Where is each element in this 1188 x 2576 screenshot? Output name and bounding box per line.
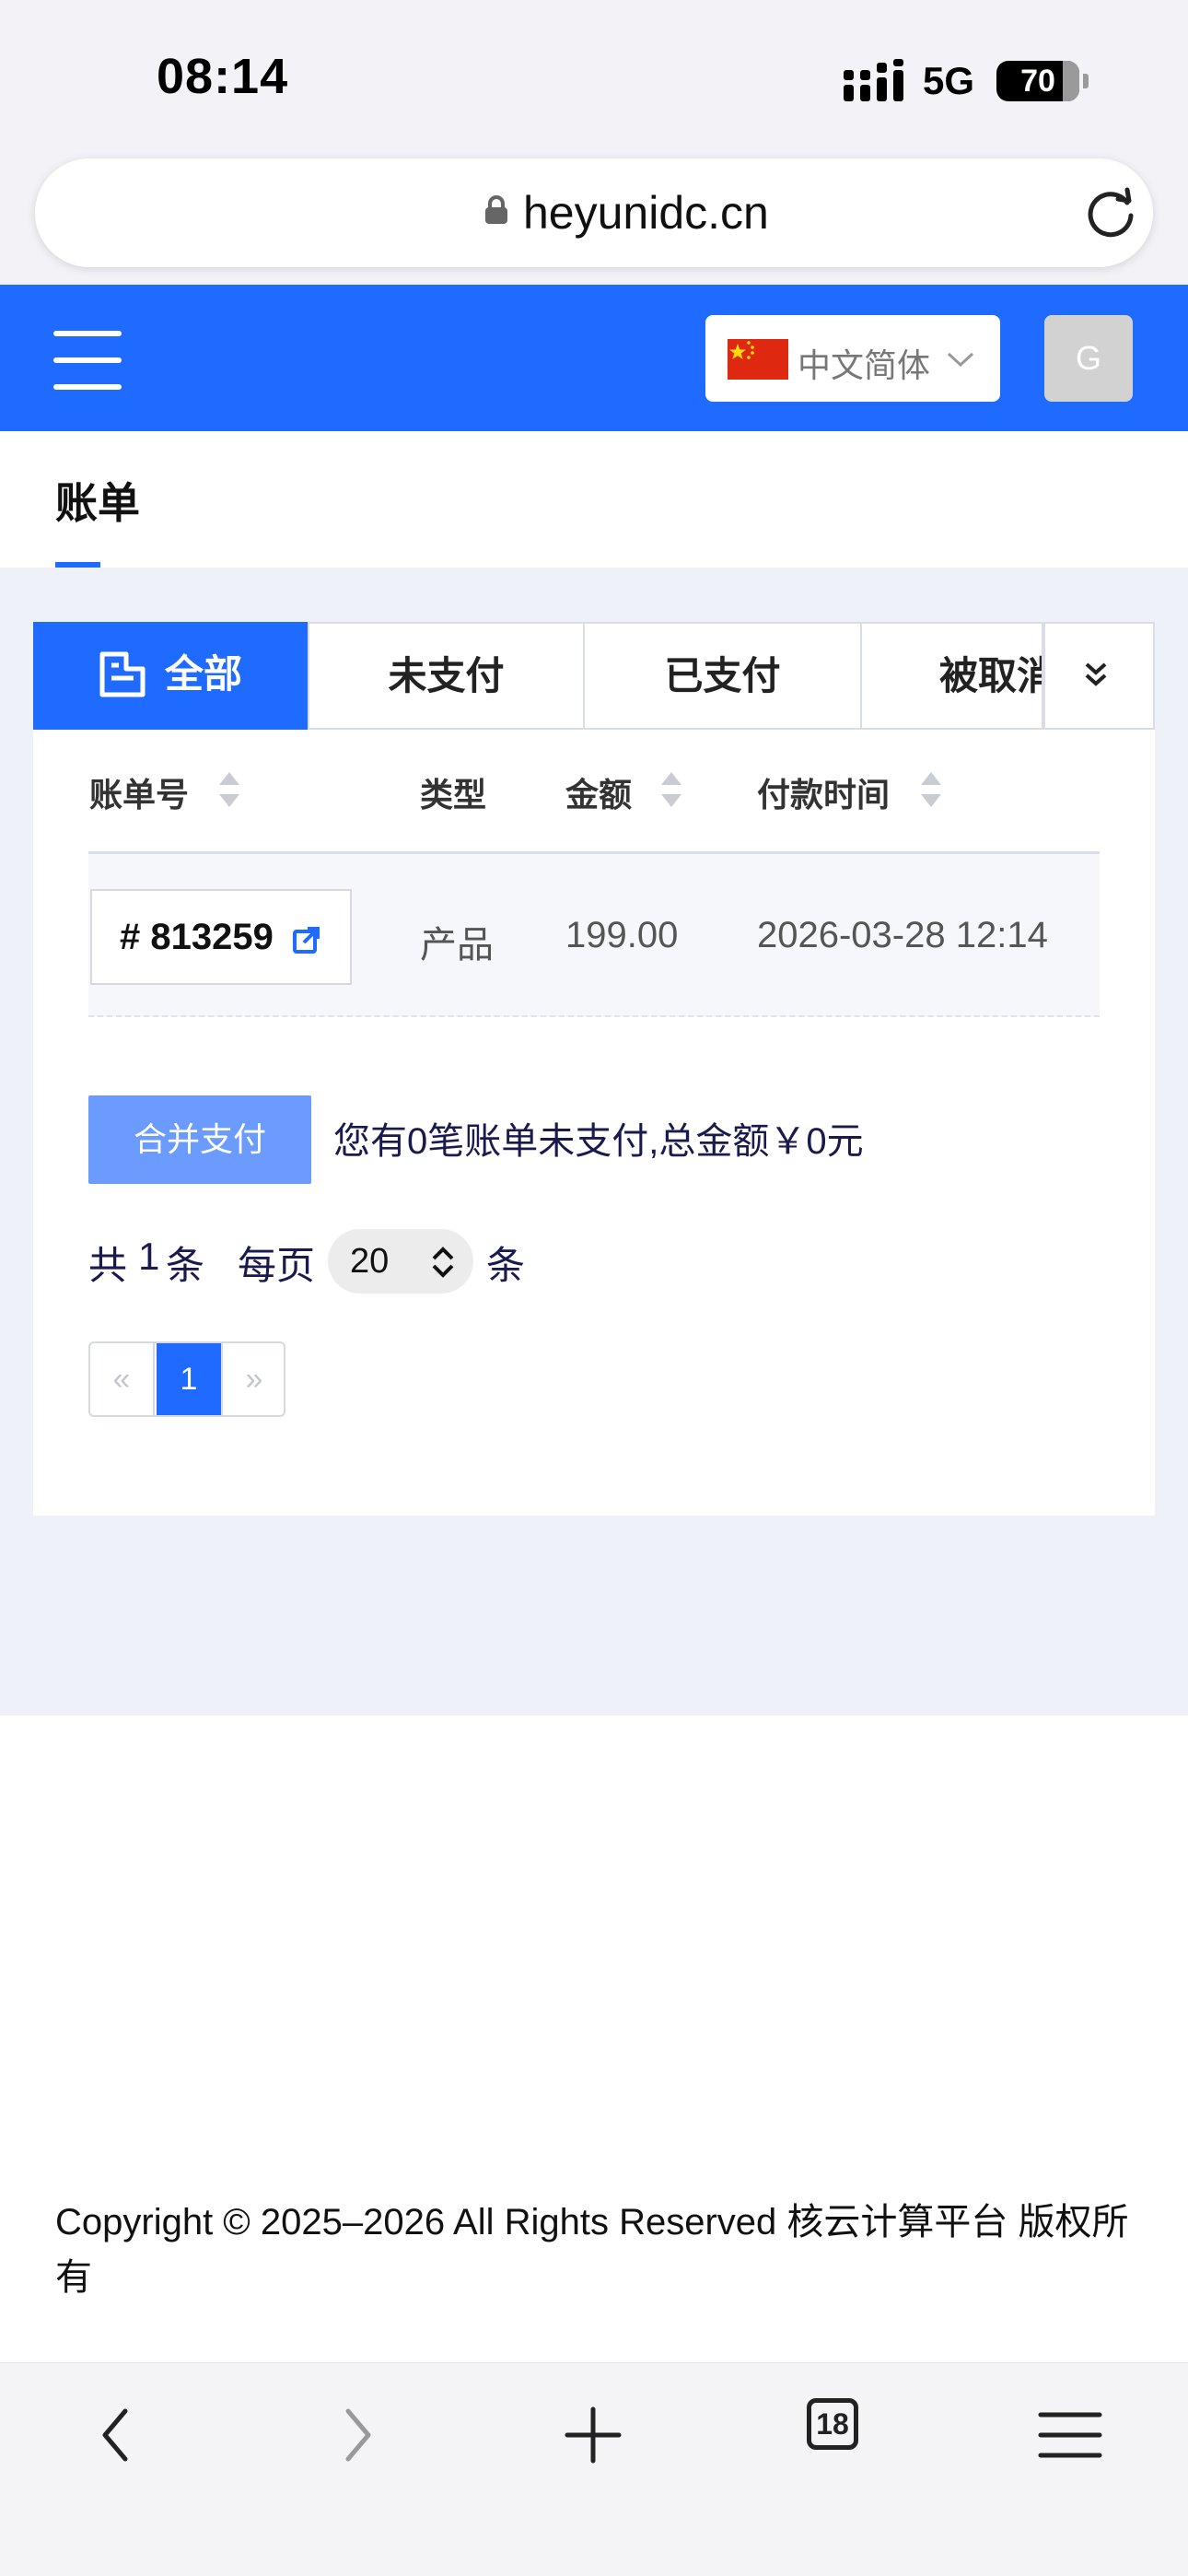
header-pay-time[interactable]: 付款时间 — [757, 768, 890, 816]
double-chevron-down-icon — [1085, 662, 1107, 686]
signal-icon — [844, 59, 903, 101]
new-tab-icon[interactable] — [556, 2398, 630, 2472]
total-count: 1 — [138, 1235, 160, 1278]
tab-unpaid[interactable]: 未支付 — [308, 622, 585, 730]
browser-menu-icon[interactable] — [1033, 2398, 1107, 2472]
header-amount[interactable]: 金额 — [565, 768, 632, 816]
china-flag-icon — [728, 339, 788, 380]
site-header: 中文简体 G — [0, 285, 1188, 431]
sort-icon[interactable] — [217, 768, 241, 811]
tab-paid[interactable]: 已支付 — [585, 622, 862, 730]
copyright-text: Copyright © 2025–2026 All Rights Reserve… — [55, 2202, 1129, 2298]
cell-type: 产品 — [420, 925, 494, 966]
lock-icon — [485, 195, 507, 224]
sort-icon[interactable] — [659, 768, 683, 811]
bill-icon — [99, 651, 146, 697]
battery-cap — [1083, 74, 1089, 88]
forward-icon[interactable] — [319, 2398, 392, 2472]
tabs-icon[interactable]: 18 — [807, 2398, 858, 2450]
merge-pay-button[interactable]: 合并支付 — [88, 1095, 311, 1184]
unpaid-summary: 您有0笔账单未支付,总金额￥0元 — [333, 1121, 864, 1162]
footer: Copyright © 2025–2026 All Rights Reserve… — [0, 1715, 1188, 2362]
page-size-value: 20 — [350, 1242, 390, 1281]
chevron-down-icon — [947, 352, 974, 368]
back-icon[interactable] — [81, 2398, 155, 2472]
bill-number-link[interactable]: # 813259 — [90, 889, 352, 985]
page-title-bar: 账单 — [0, 431, 1188, 568]
url-text[interactable]: heyunidc.cn — [523, 186, 769, 240]
status-time: 08:14 — [157, 49, 289, 104]
tab-all[interactable]: 全部 — [33, 622, 308, 730]
avatar[interactable]: G — [1044, 315, 1133, 402]
next-page-button[interactable]: » — [221, 1343, 284, 1415]
per-page-suffix: 条 — [486, 1244, 526, 1287]
per-page-label: 每页 — [238, 1244, 316, 1287]
reload-icon[interactable] — [1085, 186, 1138, 240]
bill-tabs: 全部 未支付 已支付 被取消 — [33, 622, 1155, 730]
language-label: 中文简体 — [798, 346, 931, 384]
language-select[interactable]: 中文简体 — [705, 315, 1000, 402]
page-title: 账单 — [55, 479, 140, 527]
tab-cancelled[interactable]: 被取消 — [862, 622, 1043, 730]
cell-pay-time: 2026-03-28 12:14 — [757, 915, 1048, 955]
header-type: 类型 — [420, 776, 487, 814]
tabs-more-button[interactable] — [1043, 622, 1155, 730]
battery-indicator: 70 — [996, 61, 1079, 101]
tab-all-label: 全部 — [164, 652, 242, 696]
cell-amount: 199.00 — [565, 915, 679, 955]
header-bill-no[interactable]: 账单号 — [89, 768, 189, 816]
sort-icon[interactable] — [919, 768, 943, 811]
page-size-select[interactable]: 20 — [328, 1229, 473, 1294]
pagination: « 1 » — [88, 1341, 285, 1417]
external-link-icon[interactable] — [293, 926, 320, 954]
status-bar: 08:14 5G 70 — [0, 0, 1188, 147]
table-row: # 813259 产品 199.00 2026-03-28 12:14 — [88, 851, 1100, 1017]
network-label: 5G — [923, 59, 975, 102]
total-suffix: 条 — [166, 1244, 205, 1287]
select-arrows-icon — [432, 1247, 454, 1278]
current-page-button[interactable]: 1 — [157, 1343, 221, 1415]
url-bar[interactable]: heyunidc.cn — [35, 158, 1153, 267]
menu-icon[interactable] — [53, 331, 123, 390]
bill-number[interactable]: # 813259 — [120, 917, 274, 958]
total-prefix: 共 — [88, 1244, 128, 1287]
browser-toolbar: 18 — [0, 2362, 1188, 2576]
prev-page-button[interactable]: « — [90, 1343, 155, 1415]
battery-level: 70 — [1020, 64, 1055, 99]
